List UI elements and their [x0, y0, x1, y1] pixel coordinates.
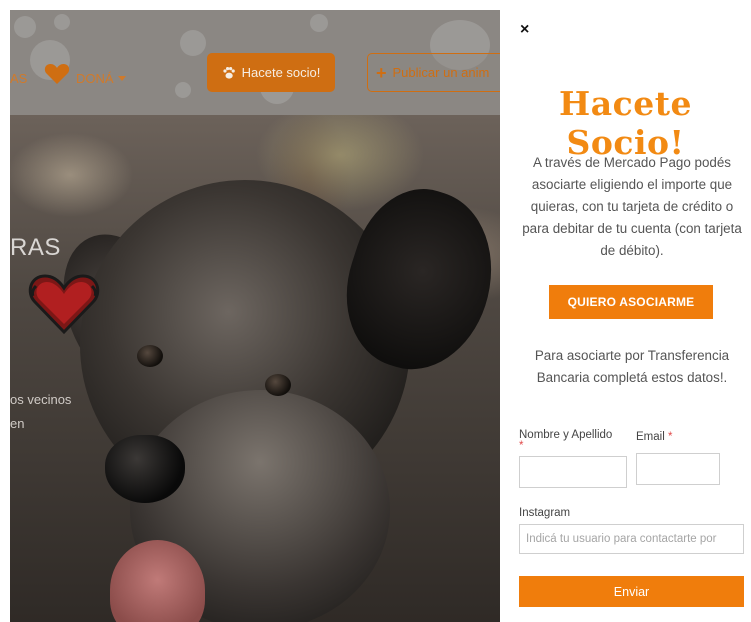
- instagram-label: Instagram: [519, 507, 571, 519]
- email-label-text: Email: [636, 431, 665, 443]
- hacete-socio-label: Hacete socio!: [241, 65, 321, 80]
- name-label-text: Nombre y Apellido: [519, 429, 613, 441]
- paw-icon: [223, 66, 235, 79]
- email-field[interactable]: [636, 453, 720, 485]
- hero-text-partial: en: [10, 416, 25, 431]
- paw-pattern: [180, 30, 206, 56]
- instagram-field[interactable]: [519, 524, 744, 554]
- close-icon[interactable]: ×: [520, 22, 529, 38]
- enviar-button[interactable]: Enviar: [519, 576, 744, 607]
- heart-icon: [28, 274, 100, 335]
- publicar-label: Publicar un anim: [392, 65, 490, 80]
- hacete-socio-button[interactable]: Hacete socio!: [207, 53, 335, 92]
- transfer-instructions: Para asociarte por Transferencia Bancari…: [534, 348, 730, 385]
- required-asterisk: *: [667, 431, 673, 443]
- heart-icon: [44, 63, 70, 84]
- hero-title-partial: RAS: [10, 234, 61, 261]
- paw-pattern: [175, 82, 191, 98]
- hero-text-partial: os vecinos: [10, 392, 72, 407]
- quiero-asociarme-button[interactable]: QUIERO ASOCIARME: [549, 285, 713, 319]
- site-header: AS DONÁ Hacete socio! + Publicar un anim: [10, 10, 500, 115]
- mercado-pago-description: A través de Mercado Pago podés asociarte…: [522, 155, 742, 258]
- email-label: Email *: [636, 431, 672, 443]
- plus-icon: +: [376, 62, 387, 83]
- paw-pattern: [310, 14, 328, 32]
- dog-photo-eye-right: [265, 374, 291, 396]
- paw-pattern: [14, 16, 36, 38]
- name-label: Nombre y Apellido: [519, 429, 612, 441]
- nav-item-dona[interactable]: DONÁ: [76, 71, 114, 86]
- background-page: AS DONÁ Hacete socio! + Publicar un anim…: [10, 10, 500, 622]
- paw-pattern: [54, 14, 70, 30]
- publicar-animal-button[interactable]: + Publicar un anim: [367, 53, 500, 92]
- name-field[interactable]: [519, 456, 627, 488]
- required-asterisk: *: [519, 440, 524, 452]
- dog-photo-nose: [105, 435, 185, 503]
- nav-item-partial[interactable]: AS: [10, 71, 27, 86]
- panel-title: Hacete Socio!: [559, 84, 692, 162]
- chevron-down-icon: [118, 76, 126, 81]
- socio-panel: × Hacete Socio! A través de Mercado Pago…: [500, 0, 751, 622]
- dog-photo-eye-left: [137, 345, 163, 367]
